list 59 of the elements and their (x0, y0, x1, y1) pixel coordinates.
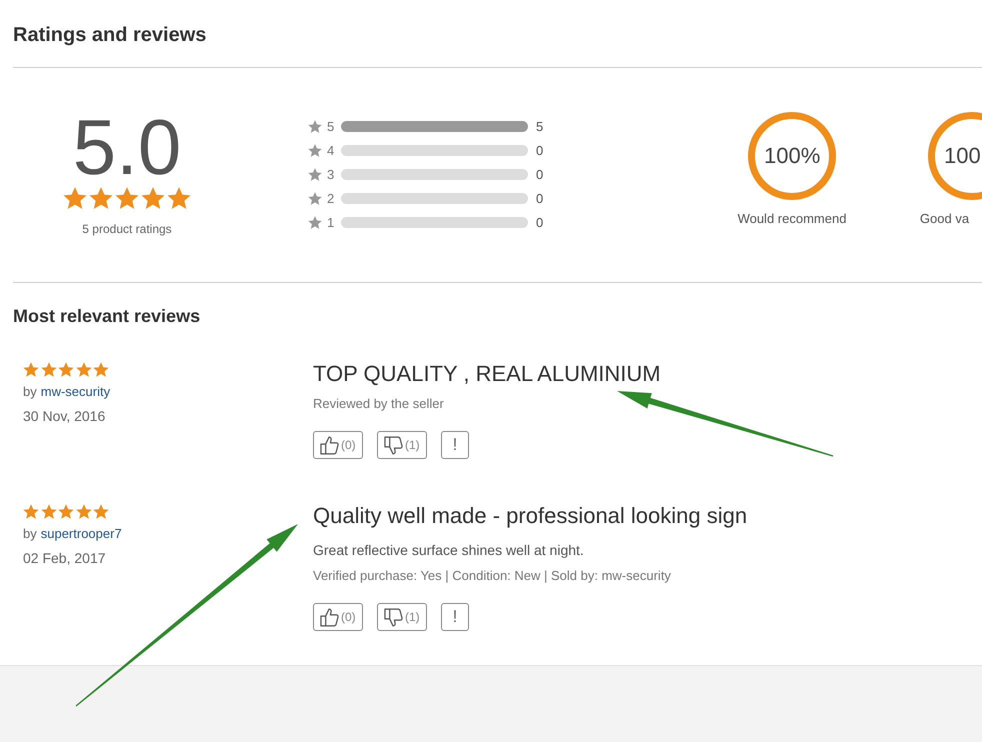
not-helpful-button[interactable]: (1) (377, 603, 427, 631)
star-icon (308, 216, 322, 228)
rating-count: 5 (536, 118, 544, 134)
percentage-value: 100% (764, 143, 820, 169)
star-icon (76, 504, 92, 519)
star-icon (63, 187, 87, 209)
star-icon (23, 362, 39, 377)
author-link[interactable]: mw-security (40, 383, 110, 401)
star-icon (308, 168, 322, 180)
rating-count: 0 (536, 166, 544, 182)
byline-label: by (23, 525, 37, 543)
star-icon (23, 504, 39, 519)
thumbs-down-icon (384, 608, 403, 626)
star-level-label: 2 (327, 190, 336, 206)
section-title: Ratings and reviews (13, 23, 206, 47)
review-text: Great reflective surface shines well at night. (313, 541, 584, 559)
star-icon (58, 504, 74, 519)
helpful-button[interactable]: (0) (313, 603, 363, 631)
percentage-value: 100 (944, 143, 981, 169)
star-icon (167, 187, 191, 209)
review-meta: Verified purchase: Yes | Condition: New | Sold by: mw-security (313, 567, 671, 585)
review-date: 30 Nov, 2016 (23, 407, 106, 425)
star-level-label: 5 (327, 118, 336, 134)
star-level-label: 4 (327, 142, 336, 158)
author-link[interactable]: supertrooper7 (40, 525, 122, 543)
thumbs-up-icon (320, 436, 339, 454)
ratings-count: 5 product ratings (82, 221, 172, 237)
byline-label: by (23, 383, 37, 401)
review-date: 02 Feb, 2017 (23, 549, 106, 567)
star-icon (76, 362, 92, 377)
rating-count: 0 (536, 214, 544, 230)
star-icon (93, 362, 109, 377)
star-icon (40, 504, 56, 519)
rating-count: 0 (536, 142, 544, 158)
star-icon (141, 187, 165, 209)
star-icon (115, 187, 139, 209)
star-icon (89, 187, 113, 209)
metric-label: Would recommend (736, 211, 848, 227)
thumbs-up-icon (320, 608, 339, 626)
review-meta: Reviewed by the seller (313, 395, 444, 413)
thumbs-down-icon (384, 436, 403, 454)
reviews-heading: Most relevant reviews (13, 305, 200, 327)
star-icon (308, 192, 322, 204)
star-icon (308, 144, 322, 156)
review-title: TOP QUALITY , REAL ALUMINIUM (313, 361, 661, 387)
star-level-label: 3 (327, 166, 336, 182)
metric-label: Good va (918, 211, 970, 227)
star-icon (40, 362, 56, 377)
review-title: Quality well made - professional looking sign (313, 503, 748, 529)
star-icon (308, 120, 322, 132)
report-button[interactable]: ! (441, 603, 469, 631)
star-icon (58, 362, 74, 377)
rating-count: 0 (536, 190, 544, 206)
star-level-label: 1 (327, 214, 336, 230)
not-helpful-button[interactable]: (1) (377, 431, 427, 459)
report-button[interactable]: ! (441, 431, 469, 459)
helpful-button[interactable]: (0) (313, 431, 363, 459)
average-rating: 5.0 (72, 108, 182, 186)
star-icon (93, 504, 109, 519)
